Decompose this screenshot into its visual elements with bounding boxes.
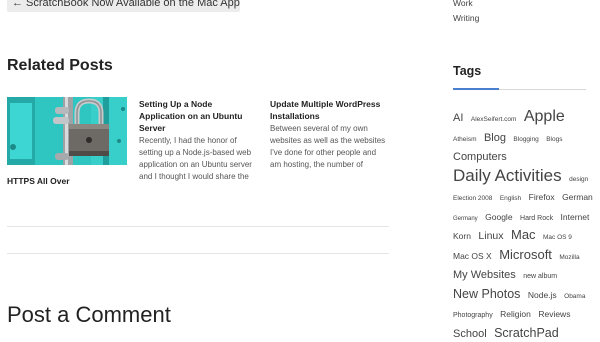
tag-link[interactable]: English [500, 195, 521, 202]
tag-link[interactable]: Firefox [529, 192, 555, 202]
category-work-link[interactable]: Work [453, 0, 479, 11]
tag-link[interactable]: Google [485, 212, 512, 222]
tag-link[interactable]: AI [453, 112, 463, 124]
related-post-title[interactable]: Update Multiple WordPress Installations [270, 98, 388, 122]
tag-link[interactable]: German [562, 192, 593, 202]
tag-link[interactable]: Computers [453, 151, 507, 163]
related-post-excerpt: Recently, I had the honor of setting up … [139, 136, 252, 181]
tag-link[interactable]: My Websites [453, 269, 516, 281]
tag-link[interactable]: Hard Rock [520, 215, 553, 222]
tag-link[interactable]: Obama [564, 293, 585, 300]
tag-link[interactable]: Blog [484, 132, 506, 144]
category-list: Work Writing [453, 0, 479, 26]
tag-link[interactable]: Linux [478, 230, 503, 242]
tag-link[interactable]: Mozilla [559, 254, 579, 261]
category-writing-link[interactable]: Writing [453, 11, 479, 26]
previous-post-link[interactable]: ← ScratchBook Now Available on the Mac A… [7, 0, 240, 12]
tag-link[interactable]: Daily Activities [453, 166, 562, 185]
tag-link[interactable]: Microsoft [499, 247, 552, 262]
post-comment-heading: Post a Comment [7, 302, 171, 327]
tag-link[interactable]: Blogs [546, 136, 562, 143]
padlock-image [7, 97, 127, 165]
related-post-excerpt: Between several of my own websites as we… [270, 124, 386, 169]
tag-link[interactable]: School [453, 328, 487, 340]
tag-link[interactable]: AlexSeifert.com [471, 116, 517, 123]
padlock-thumbnail[interactable] [7, 97, 127, 165]
tag-link[interactable]: Node.js [528, 290, 557, 300]
tag-link[interactable]: Religion [500, 309, 531, 319]
tag-link[interactable]: Mac [511, 227, 536, 242]
tag-link[interactable]: Korn [453, 231, 471, 241]
tag-link[interactable]: Mac OS 9 [543, 234, 572, 241]
tag-link[interactable]: Mac OS X [453, 251, 492, 261]
tag-link[interactable]: Election 2008 [453, 195, 492, 202]
tag-link[interactable]: Germany [453, 216, 478, 222]
tag-link[interactable]: design [569, 176, 588, 183]
tag-link[interactable]: Photography [453, 312, 493, 319]
tag-cloud: AI AlexSeifert.com Apple Atheism Blog Bl… [453, 107, 598, 342]
tags-heading-accent [453, 88, 499, 90]
related-post-card: Update Multiple WordPress Installations … [270, 98, 388, 170]
section-divider [7, 226, 389, 227]
tags-heading: Tags [453, 64, 482, 78]
tag-link[interactable]: Blogging [513, 136, 538, 143]
tag-link[interactable]: new album [523, 273, 557, 280]
tag-link[interactable]: Reviews [538, 309, 570, 319]
related-posts-heading: Related Posts [7, 57, 113, 74]
tag-link[interactable]: New Photos [453, 287, 520, 301]
section-divider [7, 253, 389, 254]
related-post-card: Setting Up a Node Application on an Ubun… [139, 98, 257, 182]
related-post-title[interactable]: Setting Up a Node Application on an Ubun… [139, 98, 257, 134]
tag-link[interactable]: Internet [561, 212, 590, 222]
related-post-featured-title[interactable]: HTTPS All Over [7, 175, 70, 187]
tag-link[interactable]: Apple [524, 108, 565, 125]
tag-link[interactable]: Atheism [453, 136, 476, 143]
